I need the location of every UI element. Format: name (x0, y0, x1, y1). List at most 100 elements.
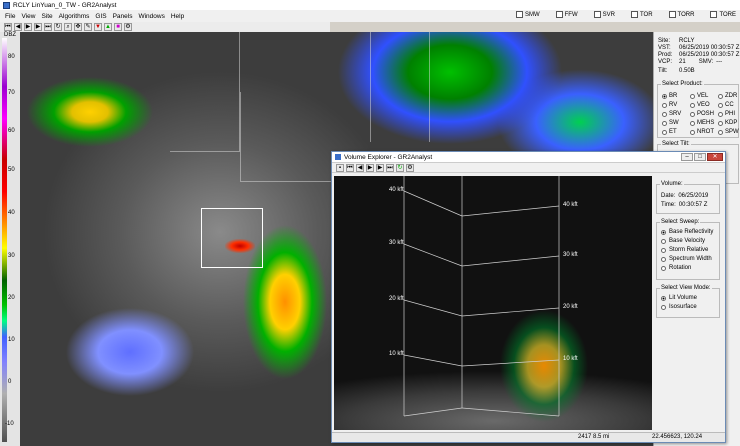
menu-panels[interactable]: Panels (110, 13, 136, 20)
product-spw[interactable]: SPW (718, 129, 740, 135)
product-rv[interactable]: RV (662, 102, 690, 108)
radio-icon (662, 93, 667, 99)
check-torr[interactable]: TORR (668, 11, 694, 18)
volume-explorer-title: Volume Explorer - GR2Analyst (344, 153, 433, 161)
last-frame-icon[interactable]: ⏭ (386, 163, 394, 172)
menu-view[interactable]: View (18, 13, 38, 20)
product-cc[interactable]: CC (718, 102, 740, 108)
product-vel[interactable]: VEL (690, 93, 718, 99)
menu-file[interactable]: File (2, 13, 18, 20)
settings-icon[interactable]: ⚙ (406, 163, 414, 172)
radio-icon (661, 265, 666, 271)
sweep-rotation[interactable]: Rotation (661, 265, 715, 271)
product-srv[interactable]: SRV (662, 111, 690, 117)
play-icon[interactable]: ▶ (366, 163, 374, 172)
product-zdr[interactable]: ZDR (718, 93, 740, 99)
prev-frame-icon[interactable]: ◀ (14, 23, 22, 31)
radio-icon (661, 256, 666, 262)
check-tor[interactable]: TOR (630, 11, 653, 18)
check-ffw[interactable]: FFW (555, 11, 578, 18)
menu-windows[interactable]: Windows (135, 13, 167, 20)
site-row: Site: RCLY (658, 38, 695, 44)
first-frame-icon[interactable]: ⏮ (4, 23, 12, 31)
sweep-base-reflectivity[interactable]: Base Reflectivity (661, 229, 715, 235)
save-icon[interactable]: ▪ (336, 163, 344, 172)
product-sw[interactable]: SW (662, 120, 690, 126)
next-frame-icon[interactable]: ▶ (34, 23, 42, 31)
radio-icon (718, 129, 723, 135)
marker-icon[interactable]: ▼ (94, 23, 102, 31)
menu-help[interactable]: Help (168, 13, 187, 20)
check-svr[interactable]: SVR (593, 11, 615, 18)
app-icon (335, 154, 341, 160)
status-distance: 2417 8.5 mi (578, 434, 610, 440)
selection-box[interactable] (201, 208, 263, 268)
height-label: 40 kft (563, 202, 578, 208)
product-kdp[interactable]: KDP (718, 120, 740, 126)
shape-icon[interactable]: ■ (114, 23, 122, 31)
refresh-icon[interactable]: ↻ (396, 163, 404, 172)
radio-icon (690, 93, 695, 99)
warning-checks: SMW FFW SVR TOR TORR TORE (515, 11, 736, 18)
first-frame-icon[interactable]: ⏮ (346, 163, 354, 172)
product-posh[interactable]: POSH (690, 111, 718, 117)
product-phi[interactable]: PHI (718, 111, 740, 117)
vst-row: VST: 06/25/2019 00:30:57 Z (658, 45, 740, 51)
volume-group: Volume: Date: 06/25/2019 Time: 00:30:57 Z (656, 181, 720, 214)
warning-icon[interactable]: ▲ (104, 23, 112, 31)
settings-icon[interactable]: ⚙ (124, 23, 132, 31)
product-br[interactable]: BR (662, 93, 690, 99)
color-scale-bar (2, 38, 7, 442)
sweep-base-velocity[interactable]: Base Velocity (661, 238, 715, 244)
view-mode-lit-volume[interactable]: Lit Volume (661, 295, 715, 301)
radio-icon (690, 111, 695, 117)
title-bar: RCLY LinYuan_0_TW - GR2Analyst (0, 0, 740, 10)
sweep-storm-relative[interactable]: Storm Relative (661, 247, 715, 253)
radio-icon (718, 111, 723, 117)
radio-icon (690, 102, 695, 108)
check-smw[interactable]: SMW (515, 11, 540, 18)
maximize-button[interactable]: □ (694, 153, 706, 161)
app-icon (3, 1, 10, 9)
product-veo[interactable]: VEO (690, 102, 718, 108)
checkbox-icon (555, 11, 563, 18)
playback-toolbar: ⏮ ◀ ▶ ▶ ⏭ ↻ ⌕ ✥ ✎ ▼ ▲ ■ ⚙ (0, 22, 330, 32)
menu-site[interactable]: Site (38, 13, 55, 20)
height-label: 20 kft (389, 296, 404, 302)
scale-tick: 20 (8, 295, 15, 301)
next-frame-icon[interactable]: ▶ (376, 163, 384, 172)
volume-explorer-window: Volume Explorer - GR2Analyst – □ ✕ ▪ ⏮ ◀… (331, 151, 726, 443)
volume-status-bar: 2417 8.5 mi 22.456623, 120.24 (332, 432, 725, 442)
draw-icon[interactable]: ✎ (84, 23, 92, 31)
prev-frame-icon[interactable]: ◀ (356, 163, 364, 172)
color-scale: DBZ 80 70 60 50 40 30 20 10 0 -10 (0, 32, 20, 446)
play-icon[interactable]: ▶ (24, 23, 32, 31)
radio-icon (661, 295, 666, 301)
county-boundary (370, 32, 430, 142)
volume-frame (403, 176, 560, 417)
checkbox-icon (710, 11, 718, 18)
check-tore[interactable]: TORE (710, 11, 736, 18)
radio-icon (662, 102, 667, 108)
scale-tick: 0 (8, 379, 12, 385)
height-label: 10 kft (389, 351, 404, 357)
select-product-group: Select Product: BR VEL ZDR RV VEO CC SRV… (657, 81, 740, 138)
pan-icon[interactable]: ✥ (74, 23, 82, 31)
product-nrot[interactable]: NROT (690, 129, 718, 135)
volume-3d-view[interactable]: 40 kft 30 kft 20 kft 10 kft 40 kft 30 kf… (334, 176, 652, 430)
zoom-icon[interactable]: ⌕ (64, 23, 72, 31)
product-mehs[interactable]: MEHS (690, 120, 718, 126)
tilt-row: Tilt: 0.50B (658, 68, 695, 74)
menu-gis[interactable]: GIS (92, 13, 109, 20)
minimize-button[interactable]: – (681, 153, 693, 161)
product-et[interactable]: ET (662, 129, 690, 135)
sweep-spectrum-width[interactable]: Spectrum Width (661, 256, 715, 262)
volume-explorer-titlebar[interactable]: Volume Explorer - GR2Analyst – □ ✕ (332, 152, 725, 163)
menu-algorithms[interactable]: Algorithms (56, 13, 93, 20)
last-frame-icon[interactable]: ⏭ (44, 23, 52, 31)
view-mode-isosurface[interactable]: Isosurface (661, 304, 715, 310)
close-button[interactable]: ✕ (707, 153, 723, 161)
prod-row: Prod: 06/25/2019 00:30:57 Z (658, 52, 740, 58)
scale-tick: 10 (8, 337, 15, 343)
refresh-icon[interactable]: ↻ (54, 23, 62, 31)
